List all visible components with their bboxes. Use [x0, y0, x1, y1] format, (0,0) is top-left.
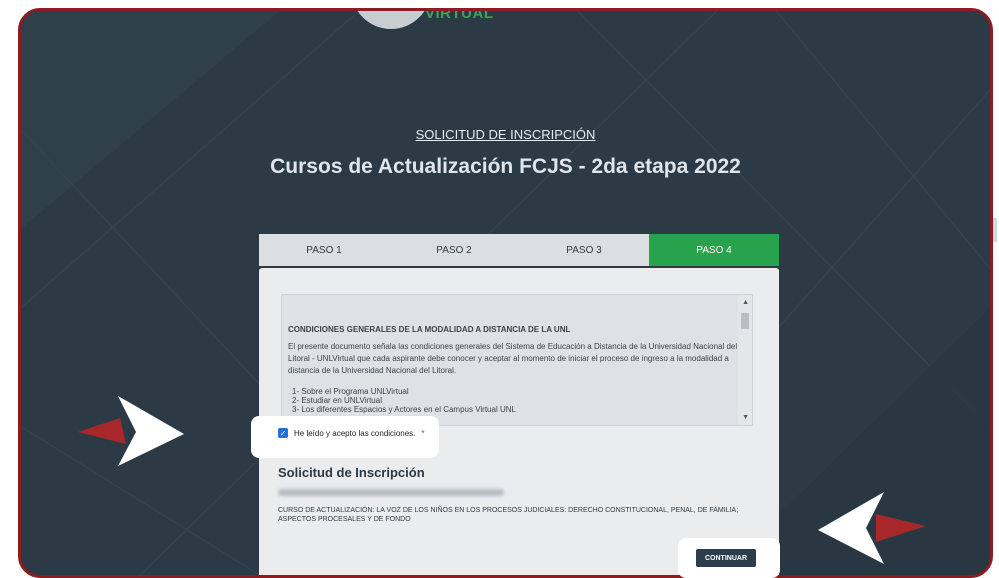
accept-checkbox[interactable]: ✓: [278, 428, 288, 438]
tab-paso-2[interactable]: PASO 2: [389, 234, 519, 266]
scroll-thumb[interactable]: [741, 313, 749, 329]
list-item: 3- Los diferentes Espacios y Actores en …: [292, 405, 516, 414]
arrow-left-icon: [818, 492, 926, 564]
arrow-right-icon: [78, 396, 184, 466]
terms-heading: CONDICIONES GENERALES DE LA MODALIDAD A …: [288, 325, 571, 334]
terms-list: 1- Sobre el Programa UNLVirtual 2- Estud…: [292, 387, 516, 414]
scroll-down-icon[interactable]: ▼: [742, 414, 749, 421]
accept-conditions: ✓ He leído y acepto las condiciones. *: [278, 428, 425, 438]
side-marker: [993, 218, 997, 242]
list-item: 1- Sobre el Programa UNLVirtual: [292, 387, 409, 396]
blurred-user-info: [278, 489, 504, 496]
page-subtitle: SOLICITUD DE INSCRIPCIÓN: [415, 127, 596, 142]
required-mark: *: [421, 428, 425, 438]
list-item: 2- Estudiar en UNLVirtual: [292, 396, 382, 405]
terms-scrollbar[interactable]: ▲ ▼: [738, 295, 752, 425]
scroll-up-icon[interactable]: ▲: [742, 299, 749, 306]
continue-button[interactable]: CONTINUAR: [696, 549, 756, 567]
tab-paso-1[interactable]: PASO 1: [259, 234, 389, 266]
terms-paragraph: El presente documento señala las condici…: [288, 342, 738, 375]
section-title: Solicitud de Inscripción: [278, 465, 425, 480]
terms-textarea[interactable]: CONDICIONES GENERALES DE LA MODALIDAD A …: [281, 294, 753, 426]
check-icon: ✓: [279, 428, 287, 438]
course-name: CURSO DE ACTUALIZACIÓN: LA VOZ DE LOS NI…: [278, 507, 739, 523]
page-title: Cursos de Actualización FCJS - 2da etapa…: [270, 155, 741, 178]
accept-label[interactable]: He leído y acepto las condiciones.: [294, 429, 415, 438]
steps-tabs: PASO 1 PASO 2 PASO 3 PASO 4: [259, 234, 779, 268]
tab-paso-3[interactable]: PASO 3: [519, 234, 649, 266]
tab-paso-4[interactable]: PASO 4: [649, 234, 779, 266]
logo-text: VIRTUAL: [425, 8, 494, 22]
